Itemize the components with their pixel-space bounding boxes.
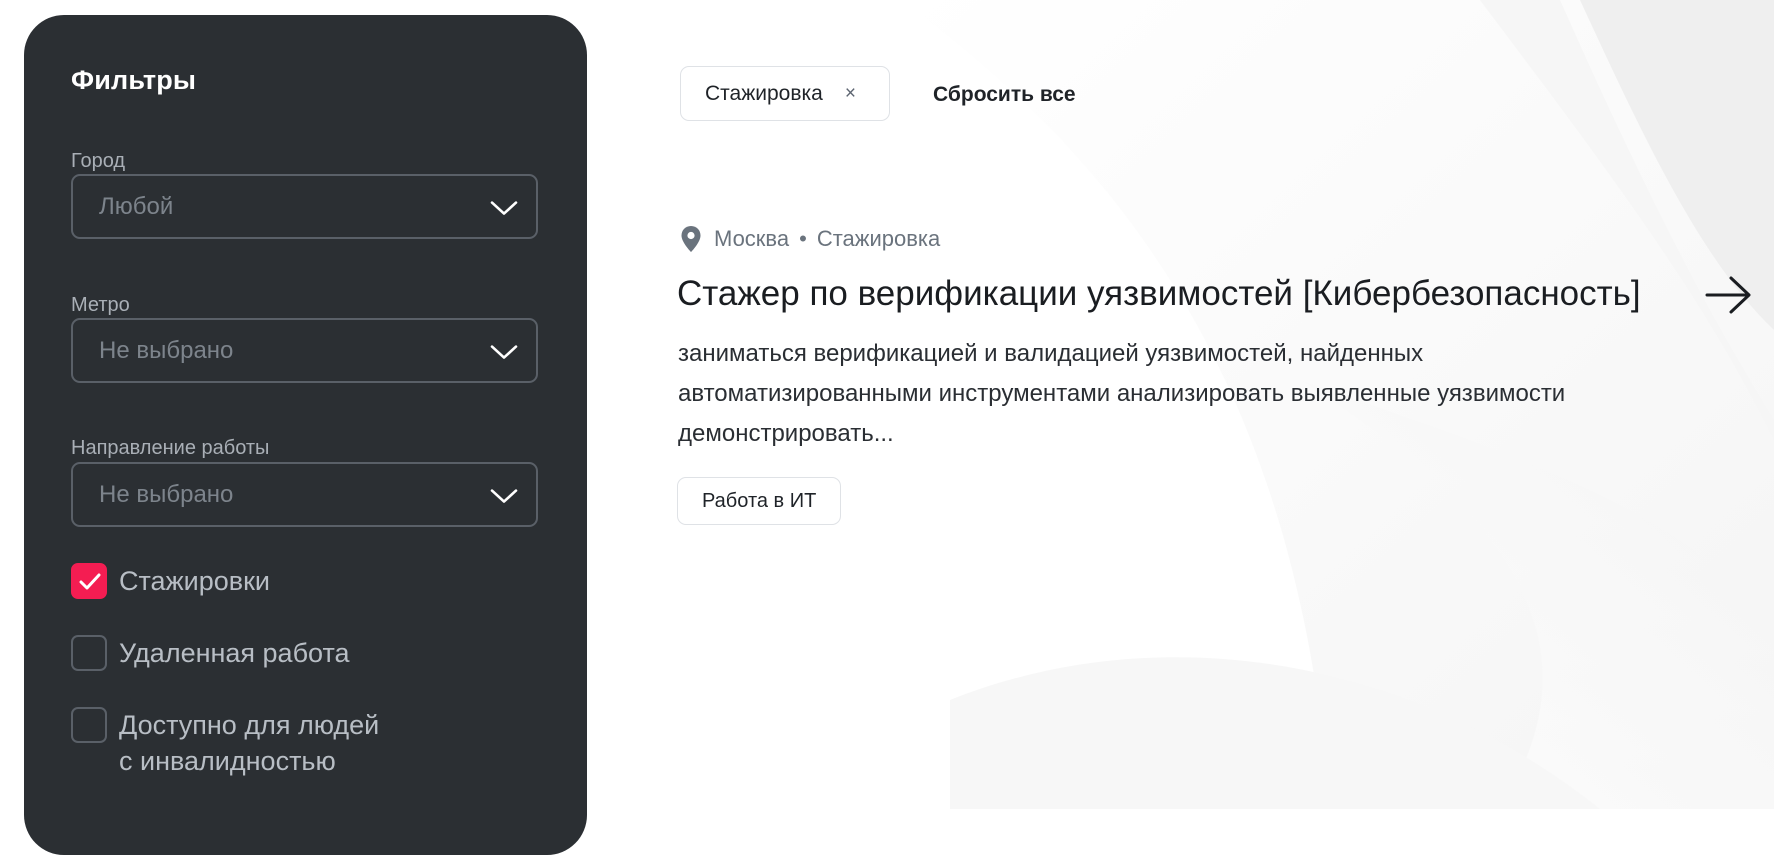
chevron-down-icon — [490, 488, 518, 503]
internship-checkbox-row[interactable]: Стажировки — [71, 563, 270, 599]
location-pin-icon — [681, 226, 701, 252]
metro-label: Метро — [71, 294, 130, 316]
metro-select[interactable]: Не выбрано — [71, 318, 538, 383]
arrow-right-icon[interactable] — [1705, 275, 1753, 315]
filters-panel: Фильтры Город Любой Метро Не выбрано Нап… — [24, 15, 587, 855]
accessibility-checkbox-label: Доступно для людей с инвалидностью — [119, 707, 379, 779]
accessibility-checkbox-row[interactable]: Доступно для людей с инвалидностью — [71, 707, 379, 779]
vacancy-tag[interactable]: Работа в ИТ — [677, 477, 842, 525]
close-icon[interactable]: × — [845, 84, 856, 103]
internship-checkbox-label: Стажировки — [119, 566, 270, 596]
internship-checkbox[interactable] — [71, 563, 107, 599]
city-select-value: Любой — [99, 192, 174, 220]
reset-all-button[interactable]: Сбросить все — [933, 83, 1076, 107]
accessibility-label-line2: с инвалидностью — [119, 746, 336, 776]
accessibility-checkbox[interactable] — [71, 707, 107, 743]
chevron-down-icon — [490, 344, 518, 359]
direction-select[interactable]: Не выбрано — [71, 462, 538, 527]
accessibility-label-line1: Доступно для людей — [119, 710, 380, 740]
direction-select-value: Не выбрано — [99, 480, 234, 508]
active-filter-chip[interactable]: Стажировка × — [680, 66, 890, 121]
vacancy-city: Москва — [714, 226, 790, 251]
meta-separator: • — [799, 226, 807, 251]
remote-work-checkbox[interactable] — [71, 635, 107, 671]
remote-work-checkbox-label: Удаленная работа — [119, 638, 350, 668]
chevron-down-icon — [490, 200, 518, 215]
checkmark-icon — [79, 573, 101, 590]
city-select[interactable]: Любой — [71, 174, 538, 239]
metro-select-value: Не выбрано — [99, 336, 234, 364]
vacancy-description: заниматься верификацией и валидацией уяз… — [678, 340, 1566, 447]
active-filter-chip-label: Стажировка — [705, 81, 823, 105]
remote-work-checkbox-row[interactable]: Удаленная работа — [71, 635, 350, 671]
city-label: Город — [71, 150, 126, 172]
vacancy-meta: Москва • Стажировка — [680, 225, 940, 253]
vacancy-title-link[interactable]: Стажер по верификации уязвимостей [Кибер… — [677, 274, 1641, 314]
filters-title: Фильтры — [71, 65, 197, 95]
direction-label: Направление работы — [71, 437, 270, 459]
vacancy-type: Стажировка — [816, 226, 941, 251]
